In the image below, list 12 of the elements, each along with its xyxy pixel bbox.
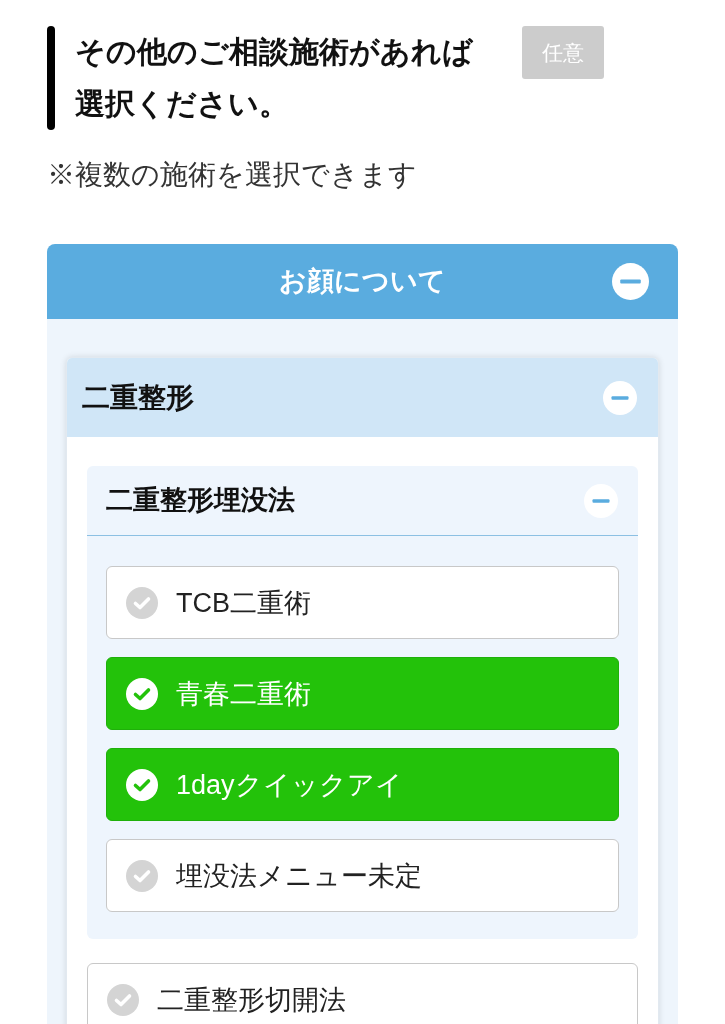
check-icon [126,768,158,801]
check-icon [107,983,139,1016]
check-icon [126,677,158,710]
accordion-header[interactable]: 二重整形 [67,358,658,437]
question-title: その他のご相談施術があれば選択ください。 [75,34,474,122]
check-icon [126,859,158,892]
option-button[interactable]: 埋没法メニュー未定 [106,839,619,912]
accordion-header[interactable]: 二重整形埋没法 [87,466,638,536]
option-button[interactable]: TCB二重術 [106,566,619,639]
helper-note: ※複数の施術を選択できます [47,158,418,192]
check-icon [126,586,158,619]
option-button[interactable]: 二重整形切開法 [87,963,638,1024]
